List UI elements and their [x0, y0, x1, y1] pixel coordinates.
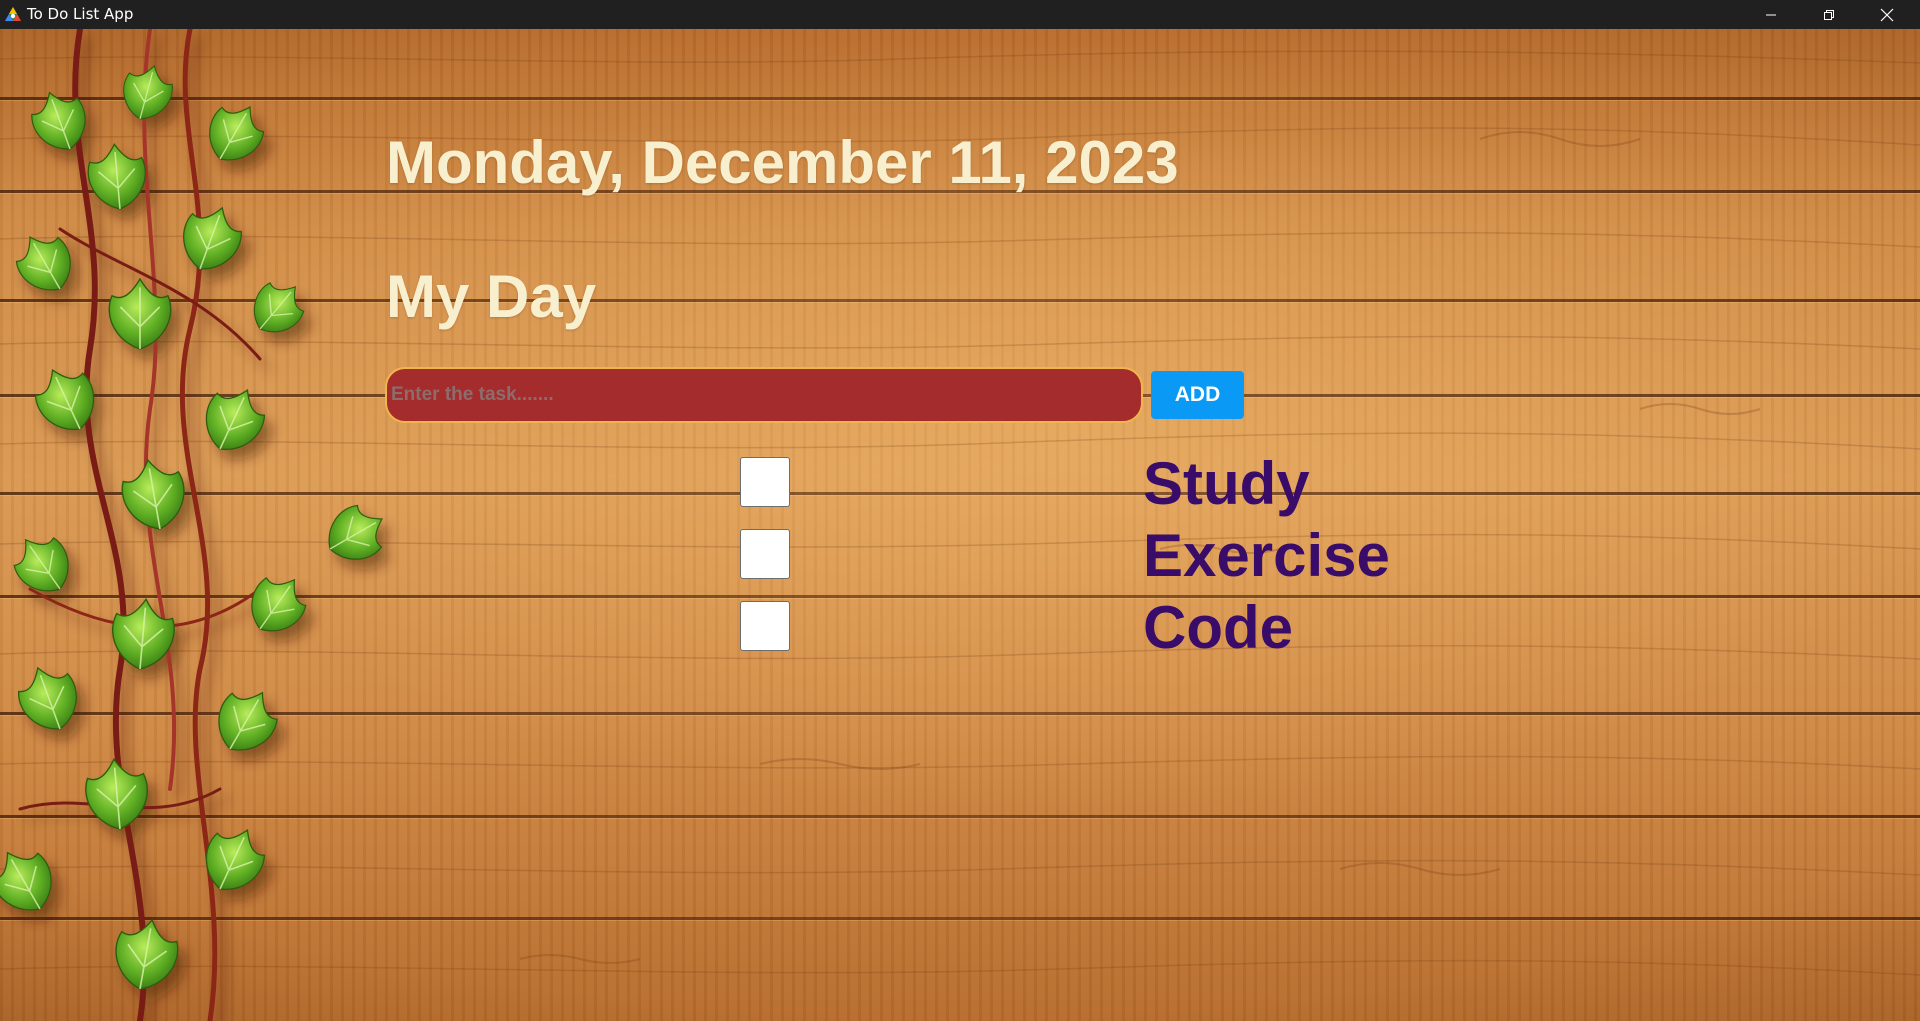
window-title: To Do List App — [27, 5, 134, 23]
list-title: My Day — [386, 263, 597, 330]
close-button[interactable] — [1858, 0, 1916, 29]
maximize-icon — [1824, 9, 1834, 20]
task-checkbox[interactable] — [740, 457, 790, 507]
task-item: Code — [0, 595, 1920, 673]
task-checkbox[interactable] — [740, 601, 790, 651]
task-item: Study — [0, 451, 1920, 529]
maximize-button[interactable] — [1800, 0, 1858, 29]
window-titlebar: To Do List App — [0, 0, 1920, 29]
task-item: Exercise — [0, 523, 1920, 601]
triangle-app-icon — [5, 7, 21, 21]
minimize-icon — [1766, 14, 1776, 15]
date-heading: Monday, December 11, 2023 — [386, 129, 1179, 196]
minimize-button[interactable] — [1742, 0, 1800, 29]
task-checkbox[interactable] — [740, 529, 790, 579]
task-label: Exercise — [1143, 522, 1390, 589]
task-label: Code — [1143, 594, 1293, 661]
close-icon — [1880, 8, 1894, 21]
task-label: Study — [1143, 450, 1310, 517]
add-task-button[interactable]: ADD — [1151, 371, 1244, 419]
task-input[interactable] — [385, 367, 1143, 423]
